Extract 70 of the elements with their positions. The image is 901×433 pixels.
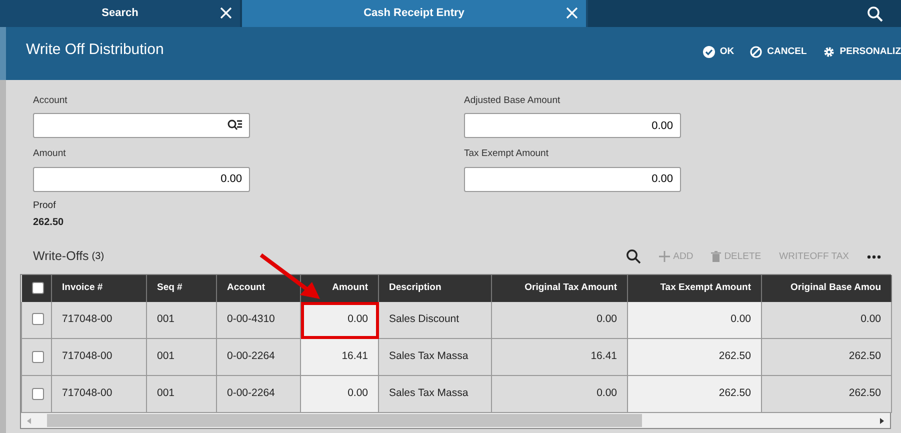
table-cell[interactable]: 262.50	[628, 376, 762, 413]
table-cell: 001	[146, 302, 216, 339]
lookup-icon[interactable]	[227, 119, 243, 132]
column-header[interactable]: Original Base Amou	[762, 274, 892, 302]
table-cell[interactable]: 16.41	[300, 338, 378, 376]
table-cell: 001	[146, 338, 216, 376]
row-count: (3)	[92, 250, 104, 264]
column-header[interactable]: Original Tax Amount	[492, 274, 628, 302]
column-header[interactable]: Description	[378, 274, 492, 302]
check-circle-icon	[702, 46, 715, 58]
table-cell[interactable]: 262.50	[628, 338, 762, 376]
table-cell: 717048-00	[52, 302, 146, 339]
table-cell: 001	[146, 376, 216, 413]
grid-title: Write-Offs	[33, 248, 89, 266]
gear-icon	[822, 46, 835, 58]
proof-label: Proof	[33, 198, 57, 212]
column-header[interactable]: Account	[216, 274, 300, 302]
input-field[interactable]: 0.00	[464, 166, 681, 192]
input-field[interactable]	[33, 113, 250, 138]
close-icon[interactable]	[566, 7, 578, 19]
row-checkbox[interactable]	[32, 350, 44, 363]
more-icon	[867, 254, 881, 259]
tab[interactable]: Search	[0, 0, 240, 27]
table-cell: 16.41	[492, 338, 628, 376]
more-button[interactable]	[867, 254, 881, 259]
table-cell[interactable]: 0.00	[628, 302, 762, 339]
table-cell: 0.00	[492, 302, 628, 339]
personalize-button[interactable]: PERSONALIZ	[822, 45, 901, 60]
proof-value: 262.50	[33, 216, 65, 230]
input-field[interactable]: 0.00	[464, 113, 681, 138]
plus-icon	[659, 251, 670, 262]
table-cell: Sales Tax Massa	[378, 376, 492, 413]
trash-icon	[711, 251, 722, 262]
table-cell: 0-00-2264	[216, 376, 300, 413]
cancel-button[interactable]: CANCEL	[750, 45, 807, 60]
field-label: Adjusted Base Amount	[464, 94, 562, 108]
table-cell: 0-00-2264	[216, 338, 300, 376]
input-field[interactable]: 0.00	[33, 166, 250, 192]
column-header[interactable]: Seq #	[146, 274, 216, 302]
table-cell: 0.00	[492, 376, 628, 413]
tab[interactable]: Cash Receipt Entry	[242, 0, 588, 27]
table-cell: 717048-00	[52, 376, 146, 413]
column-header[interactable]: Tax Exempt Amount	[628, 274, 762, 302]
search-icon[interactable]	[867, 6, 883, 22]
row-checkbox[interactable]	[32, 388, 44, 400]
field-label: Account	[33, 94, 68, 108]
table-cell: Sales Discount	[378, 302, 492, 339]
table-cell[interactable]: 0.00	[300, 376, 378, 413]
field-label: Tax Exempt Amount	[464, 147, 550, 162]
field-label: Amount	[33, 147, 67, 162]
table-cell: 717048-00	[52, 338, 146, 376]
row-checkbox[interactable]	[32, 313, 44, 326]
scrollbar-thumb[interactable]	[47, 414, 642, 428]
table-cell: 0-00-4310	[216, 302, 300, 339]
table-cell: 262.50	[762, 376, 892, 413]
scroll-right-icon[interactable]	[878, 416, 886, 425]
table-cell[interactable]: 0.00	[300, 302, 378, 339]
search-button[interactable]	[626, 249, 642, 264]
ok-button[interactable]: OK	[702, 45, 734, 60]
table-cell: 262.50	[762, 338, 892, 376]
table-cell: 0.00	[762, 302, 892, 339]
search-icon	[626, 249, 642, 264]
table-cell: Sales Tax Massa	[378, 338, 492, 376]
select-all-checkbox[interactable]	[32, 282, 44, 294]
column-header[interactable]: Invoice #	[52, 274, 146, 302]
page-title: Write Off Distribution	[26, 40, 164, 60]
cancel-icon	[750, 46, 762, 58]
horizontal-scrollbar[interactable]	[21, 413, 890, 428]
close-icon[interactable]	[220, 7, 232, 19]
column-header[interactable]: Amount	[300, 274, 378, 302]
